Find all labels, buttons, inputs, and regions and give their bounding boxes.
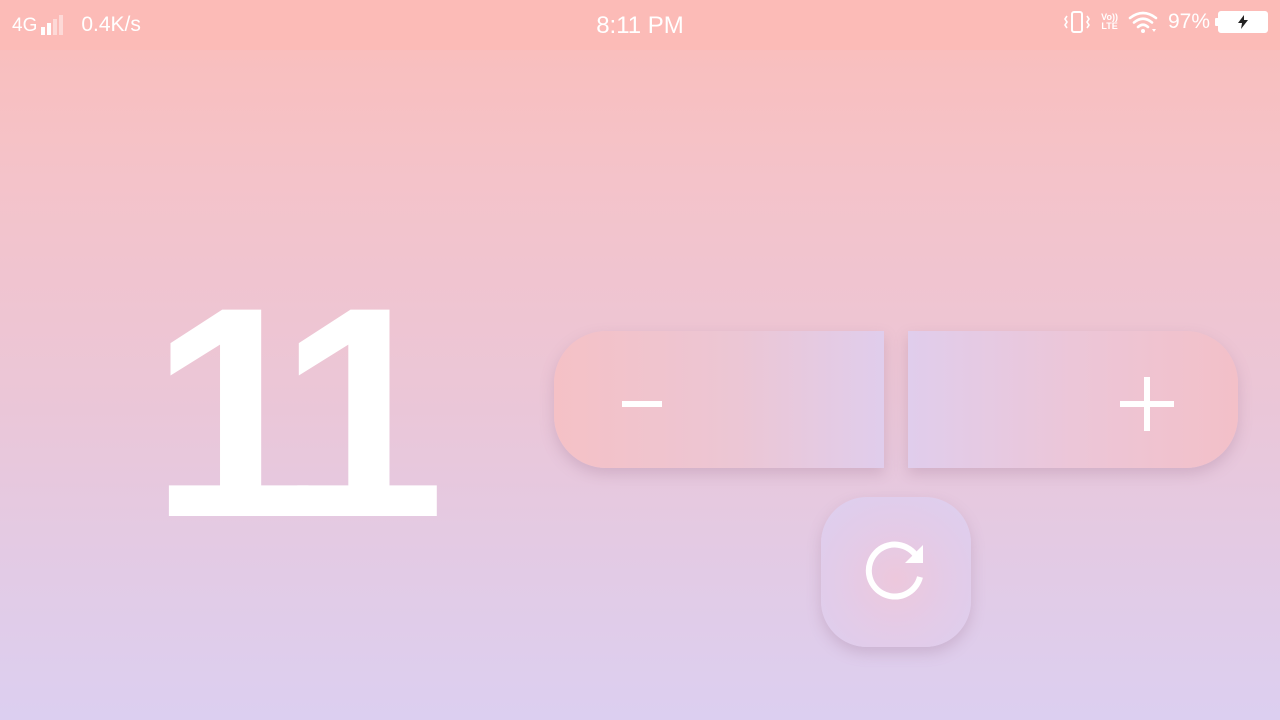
status-bar-right: Vo)) LTE 97% <box>1063 10 1268 34</box>
minus-icon <box>622 401 662 407</box>
battery-charging-icon <box>1215 11 1268 33</box>
increment-button[interactable] <box>908 331 1238 468</box>
volte-icon: Vo)) LTE <box>1101 13 1118 31</box>
counter-value: 11 <box>150 244 445 580</box>
decrement-button[interactable] <box>554 331 884 468</box>
reset-button[interactable] <box>821 497 971 647</box>
volte-bottom-label: LTE <box>1101 21 1118 31</box>
status-bar: 4G 0.4K/s 8:11 PM Vo)) LTE 97% <box>0 0 1280 50</box>
wifi-icon <box>1128 10 1158 34</box>
refresh-icon <box>863 537 929 608</box>
battery-percent: 97% <box>1167 10 1210 33</box>
vibrate-icon <box>1063 10 1091 34</box>
